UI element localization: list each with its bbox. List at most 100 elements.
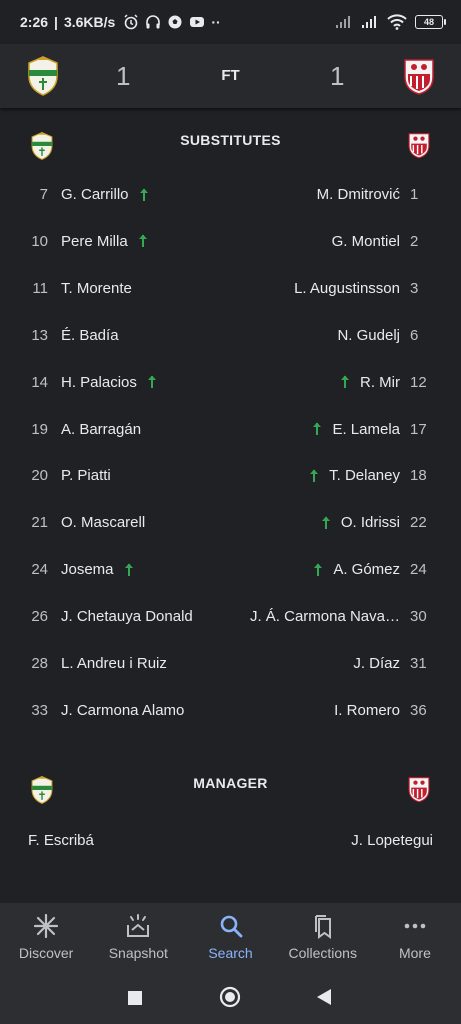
nav-collections[interactable]: Collections [277,903,369,973]
away-player-name: A. Gómez [333,561,400,579]
sub-row: 19 A. Barragán E. Lamela 17 [0,421,461,445]
home-player-number: 24 [31,561,48,579]
nav-snapshot[interactable]: Snapshot [92,903,184,973]
home-player[interactable]: P. Piatti [61,467,111,484]
home-player[interactable]: Pere Milla [61,233,148,250]
subbed-on-arrow-icon [310,469,319,482]
home-player-name: J. Chetauya Donald [61,608,193,626]
away-player-name: J. Á. Carmona Nava… [249,608,400,626]
home-player-number: 14 [31,373,48,391]
home-player[interactable]: T. Morente [61,280,132,297]
away-player-name: O. Idrissi [340,514,400,532]
away-player[interactable]: M. Dmitrović [317,186,400,203]
away-player-name: J. Díaz [353,655,400,672]
substitutes-title: SUBSTITUTES [180,132,281,148]
sub-row: 20 P. Piatti T. Delaney 18 [0,467,461,491]
match-status: FT [221,67,240,84]
home-player-number: 13 [31,326,48,344]
home-player[interactable]: O. Mascarell [61,514,145,531]
home-player[interactable]: Josema [61,561,134,578]
youtube-icon [190,17,205,27]
home-player[interactable]: G. Carrillo [61,186,149,203]
clock: 2:26 [20,14,49,30]
home-player-number: 19 [31,420,48,438]
home-player-name: G. Carrillo [61,186,129,203]
home-player-name: L. Andreu i Ruiz [61,655,167,672]
home-player[interactable]: L. Andreu i Ruiz [61,655,167,672]
away-player[interactable]: J. Á. Carmona Nava… [250,608,400,625]
away-player-name: E. Lamela [332,420,400,438]
subbed-on-arrow-icon [124,563,133,576]
away-player[interactable]: J. Díaz [353,655,400,672]
back-button[interactable] [316,988,332,1006]
subbed-on-arrow-icon [147,375,156,389]
away-player[interactable]: I. Romero [334,702,400,719]
home-player-number: 21 [31,514,48,532]
nav-discover[interactable]: Discover [0,903,92,973]
search-icon [220,915,242,938]
home-player-number: 11 [32,279,48,297]
home-player[interactable]: A. Barragán [61,421,141,438]
away-player-number: 6 [410,326,419,344]
nav-search[interactable]: Search [184,903,276,973]
home-manager[interactable]: F. Escribá [28,832,94,849]
sevilla-crest-icon[interactable] [402,57,436,95]
home-player[interactable]: É. Badía [61,327,119,344]
bottom-navigation: Discover Snapshot Search Collections Mor… [0,903,461,973]
nav-label: Snapshot [108,945,168,961]
subbed-on-arrow-icon [341,375,349,389]
away-player-name: T. Delaney [329,467,400,485]
away-player[interactable]: N. Gudelj [337,327,400,344]
home-player-name: Pere Milla [61,232,128,250]
home-player-name: J. Carmona Alamo [61,701,185,719]
sub-row: 10 Pere Milla G. Montiel 2 [0,233,461,257]
sub-row: 11 T. Morente L. Augustinsson 3 [0,280,461,304]
sub-row: 24 Josema A. Gómez 24 [0,561,461,585]
away-player-name: G. Montiel [331,232,400,250]
sevilla-crest-icon [408,777,430,803]
away-manager[interactable]: J. Lopetegui [351,832,433,849]
nav-label: Discover [18,945,74,961]
away-player[interactable]: R. Mir [340,374,400,391]
away-player-name: L. Augustinsson [294,279,400,297]
sub-row: 21 O. Mascarell O. Idrissi 22 [0,514,461,538]
subbed-on-arrow-icon [139,188,148,201]
away-player-number: 22 [410,514,427,532]
recents-button[interactable] [127,990,143,1006]
away-player[interactable]: L. Augustinsson [294,280,400,297]
away-player-number: 12 [410,373,427,391]
home-player[interactable]: J. Chetauya Donald [61,608,193,625]
subbed-on-arrow-icon [313,422,322,435]
home-player-name: T. Morente [61,279,132,297]
sub-row: 28 L. Andreu i Ruiz J. Díaz 31 [0,655,461,679]
away-player-number: 1 [410,186,419,203]
home-player-number: 26 [31,608,48,626]
home-player-number: 28 [31,655,48,672]
home-player-name: A. Barragán [61,420,142,438]
home-button[interactable] [219,986,241,1008]
home-player-number: 20 [31,467,48,485]
asterisk-icon [33,913,59,939]
home-player[interactable]: J. Carmona Alamo [61,702,184,719]
away-player-name: N. Gudelj [337,326,400,344]
away-player[interactable]: A. Gómez [313,561,400,578]
away-player-number: 18 [410,467,427,485]
nav-more[interactable]: More [369,903,461,973]
away-player[interactable]: O. Idrissi [321,514,400,531]
away-player[interactable]: E. Lamela [312,421,400,438]
score-header: 1 FT 1 [0,44,461,108]
nav-label: Search [208,945,253,961]
sub-row: 13 É. Badía N. Gudelj 6 [0,327,461,351]
away-player-name: M. Dmitrović [316,186,400,203]
subbed-on-arrow-icon [138,234,147,248]
away-player[interactable]: T. Delaney [309,467,400,484]
sub-row: 26 J. Chetauya Donald J. Á. Carmona Nava… 3… [0,608,461,632]
wifi-icon [387,14,407,30]
sub-row: 33 J. Carmona Alamo I. Romero 36 [0,702,461,726]
home-player[interactable]: H. Palacios [61,374,157,391]
away-player-number: 31 [410,655,427,672]
away-player[interactable]: G. Montiel [332,233,400,250]
away-player-number: 2 [410,232,419,250]
collections-icon [314,915,331,939]
soccer-ball-icon [168,15,182,29]
